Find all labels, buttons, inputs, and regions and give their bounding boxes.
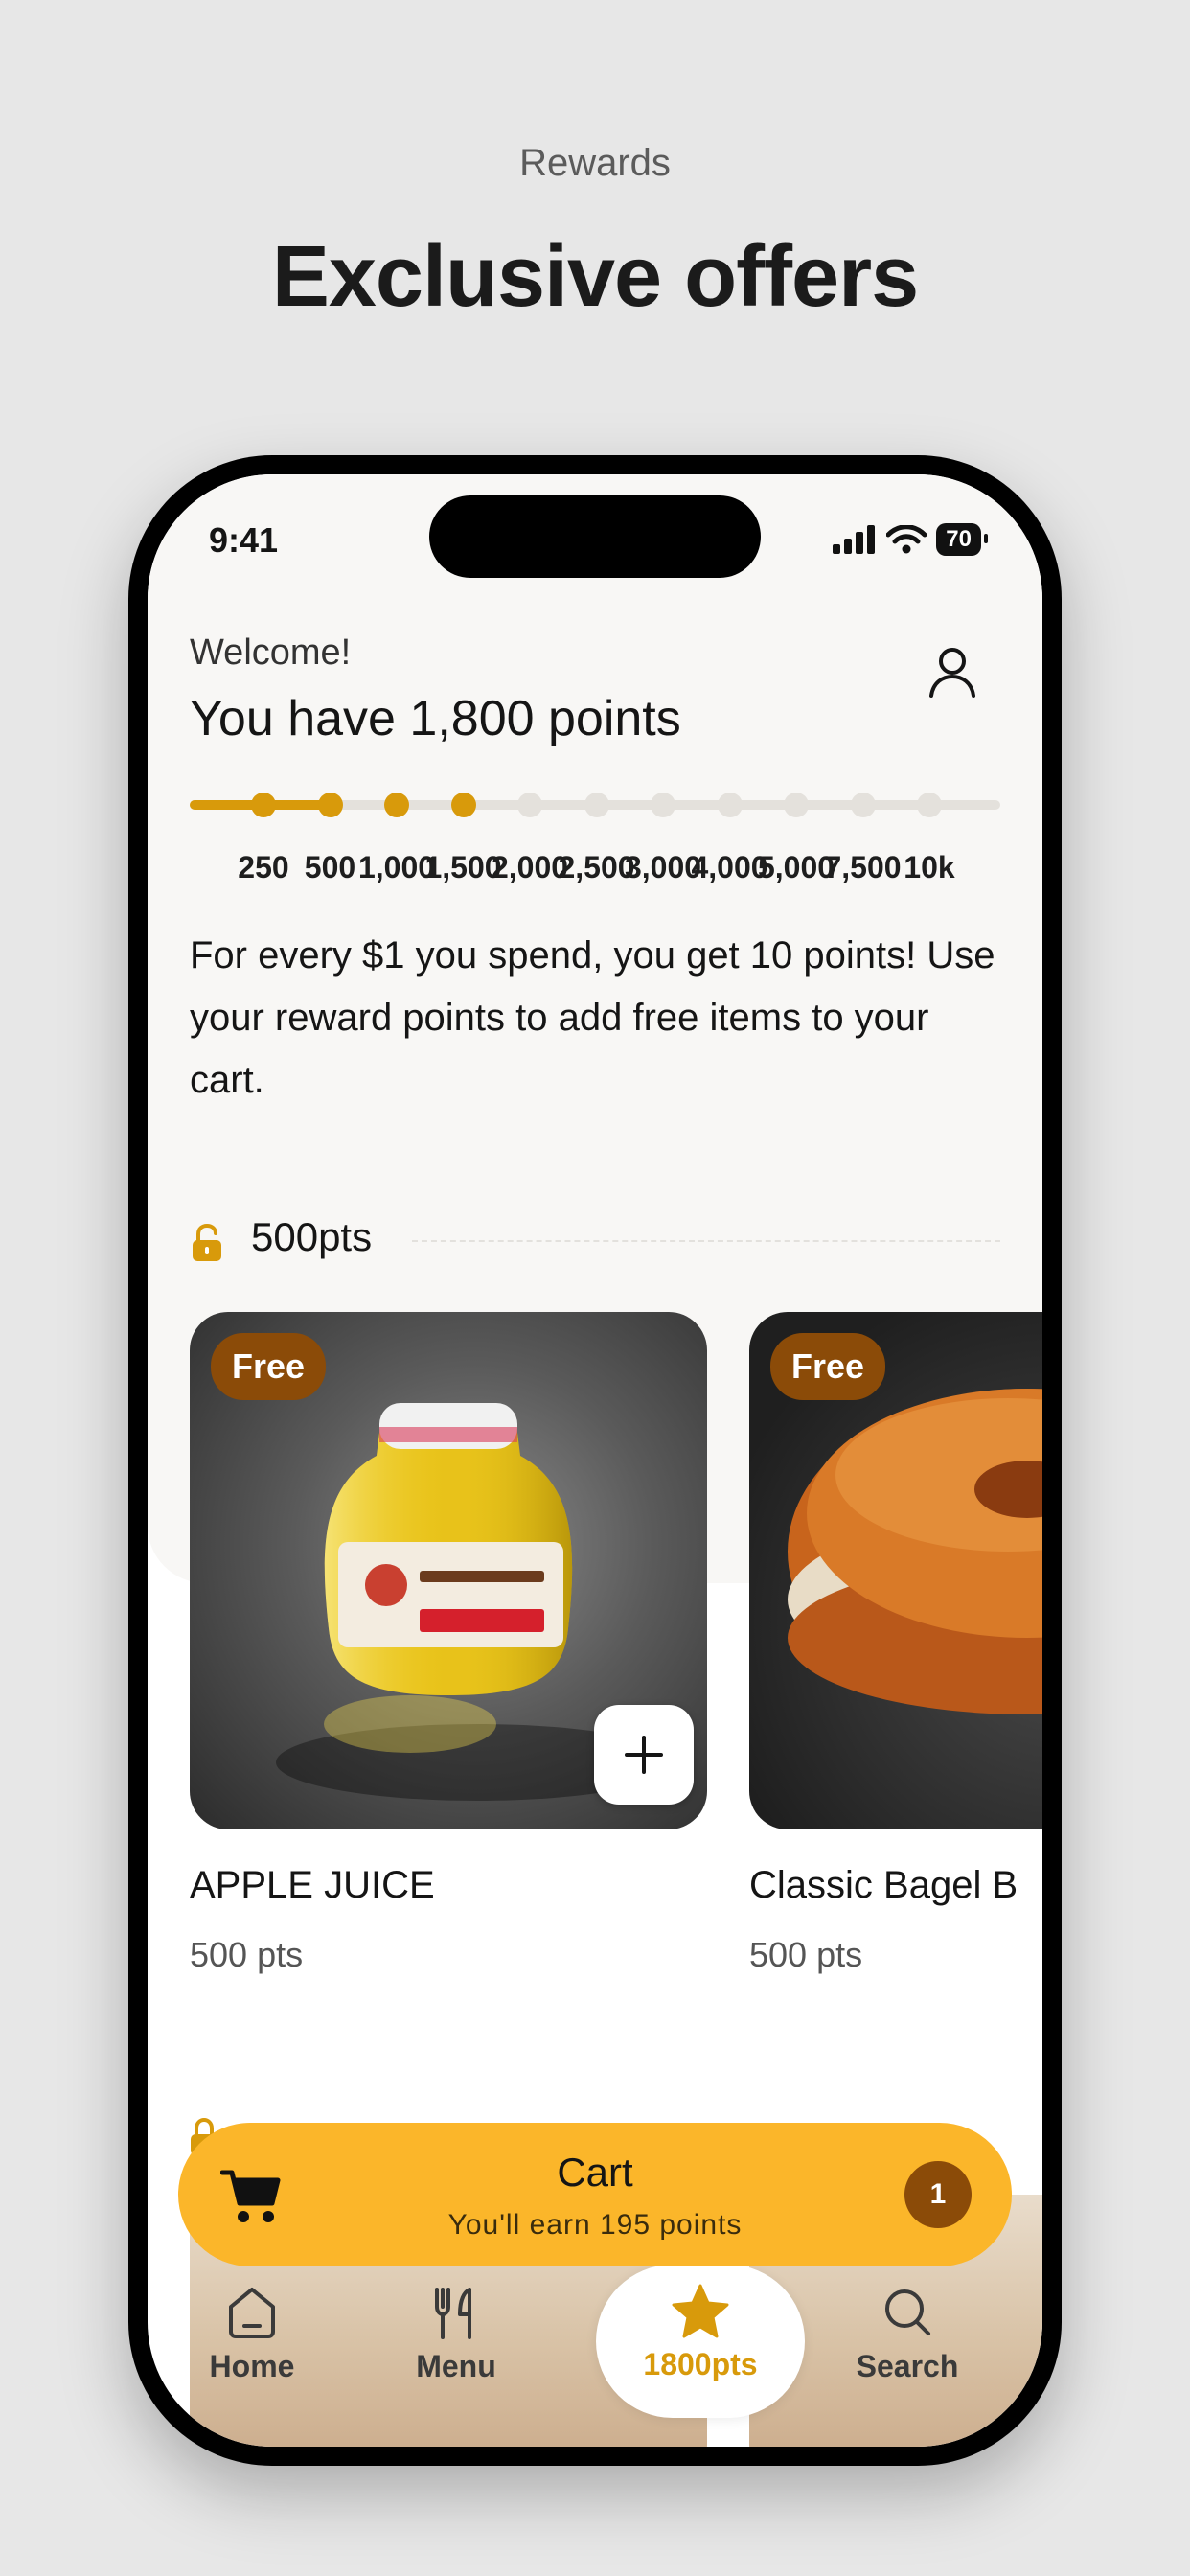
product-price: 500 pts — [749, 1935, 863, 1974]
unlock-icon — [193, 1224, 221, 1261]
product-card-image[interactable]: Free — [749, 1312, 1042, 1829]
nav-item-menu[interactable]: Menu — [384, 2284, 528, 2384]
progress-milestone-label: 7,500 — [824, 850, 902, 885]
add-to-cart-button[interactable] — [594, 1705, 694, 1805]
promo-subtitle: Rewards — [519, 142, 671, 184]
progress-milestone-label: 1,500 — [424, 850, 502, 885]
cart-earn-points: You'll earn 195 points — [447, 2209, 743, 2241]
progress-milestone-label: 5,000 — [757, 850, 835, 885]
progress-milestone-dot — [917, 793, 942, 817]
battery-indicator: 70 — [936, 523, 988, 556]
welcome-text: Welcome! — [190, 632, 352, 673]
status-icons: 70 — [833, 520, 988, 559]
nav-item-home[interactable]: Home — [180, 2284, 324, 2384]
profile-icon[interactable] — [922, 642, 983, 703]
fork-knife-icon — [435, 2288, 471, 2339]
nav-item-search[interactable]: Search — [835, 2284, 979, 2384]
free-badge: Free — [770, 1333, 886, 1400]
free-badge: Free — [211, 1333, 327, 1400]
progress-milestone-dot — [717, 793, 743, 817]
product-name[interactable]: APPLE JUICE — [190, 1864, 435, 1907]
product-name[interactable]: Classic Bagel B — [749, 1864, 1018, 1907]
bottom-navigation: Home Menu 1800pts Search — [148, 2265, 1042, 2447]
progress-milestone-dot — [317, 793, 343, 817]
search-icon — [885, 2289, 930, 2335]
progress-milestone-label: 2,000 — [491, 850, 569, 885]
cart-bar[interactable]: Cart You'll earn 195 points 1 — [178, 2123, 1012, 2266]
cart-title: Cart — [557, 2150, 633, 2195]
progress-milestone-label: 4,000 — [691, 850, 768, 885]
progress-milestone-dot — [850, 793, 876, 817]
progress-milestone-label: 2,500 — [558, 850, 635, 885]
cart-count-badge: 1 — [904, 2161, 972, 2228]
nav-item-rewards[interactable]: 1800pts — [596, 2265, 805, 2418]
progress-milestone-dot — [384, 793, 409, 817]
cellular-signal-icon — [833, 525, 876, 554]
promo-title: Exclusive offers — [271, 229, 919, 325]
status-time: 9:41 — [209, 520, 279, 560]
plus-icon — [625, 1736, 663, 1774]
dynamic-island — [429, 495, 761, 578]
progress-milestone-label: 3,000 — [624, 850, 702, 885]
progress-milestone-label: 250 — [238, 850, 289, 885]
progress-milestone-dot — [584, 793, 609, 817]
section-tier-label: 500pts — [251, 1214, 373, 1259]
points-balance: You have 1,800 points — [190, 691, 681, 747]
progress-milestone-label: 500 — [304, 850, 356, 885]
progress-milestone-dot — [450, 793, 476, 817]
nav-label-search: Search — [856, 2349, 959, 2383]
app-screen: Welcome! You have 1,800 points 250 500 1,0… — [148, 474, 1042, 2447]
progress-milestone-dot — [517, 793, 542, 817]
phone-frame: Welcome! You have 1,800 points 250 500 1,0… — [128, 455, 1062, 2466]
progress-milestone-label: 10k — [904, 850, 955, 885]
nav-label-menu: Menu — [416, 2349, 496, 2383]
nav-label-rewards: 1800pts — [643, 2347, 758, 2381]
product-card-image[interactable]: Free — [190, 1312, 707, 1829]
home-icon — [229, 2288, 275, 2338]
wifi-icon — [886, 525, 927, 554]
points-description: For every $1 you spend, you get 10 point… — [190, 934, 995, 1101]
section-divider — [412, 1240, 1000, 1242]
progress-milestone-dot — [251, 793, 276, 817]
progress-milestone-label: 1,000 — [357, 850, 436, 885]
nav-label-home: Home — [209, 2349, 295, 2383]
progress-milestone-dot — [784, 793, 809, 817]
points-progress-tracker: 250 500 1,000 1,500 2,000 2,500 3,000 4,000 5,00… — [190, 787, 1000, 885]
product-price: 500 pts — [190, 1935, 304, 1974]
progress-milestone-dot — [651, 793, 675, 817]
star-icon — [672, 2284, 729, 2338]
